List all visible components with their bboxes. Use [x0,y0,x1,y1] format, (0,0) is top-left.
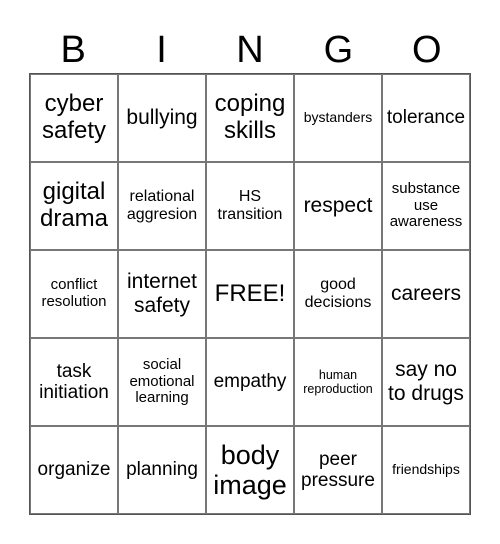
bingo-cell[interactable]: careers [382,250,470,338]
header-letter-n: N [236,29,264,71]
bingo-cell[interactable]: tolerance [382,74,470,162]
bingo-cell[interactable]: empathy [206,338,294,426]
bingo-grid: cyber safety bullying coping skills byst… [29,73,471,515]
bingo-cell[interactable]: relational aggresion [118,162,206,250]
bingo-cell[interactable]: internet safety [118,250,206,338]
bingo-cell[interactable]: body image [206,426,294,514]
bingo-cell[interactable]: bullying [118,74,206,162]
bingo-cell[interactable]: gigital drama [30,162,118,250]
bingo-cell[interactable]: respect [294,162,382,250]
bingo-cell[interactable]: good decisions [294,250,382,338]
bingo-cell[interactable]: peer pressure [294,426,382,514]
free-space[interactable]: FREE! [206,250,294,338]
header-letter-b: B [60,29,86,71]
bingo-cell[interactable]: bystanders [294,74,382,162]
bingo-cell[interactable]: social emotional learning [118,338,206,426]
bingo-cell[interactable]: coping skills [206,74,294,162]
bingo-header: B I N G O [29,28,471,72]
bingo-cell[interactable]: friendships [382,426,470,514]
header-letter-i: I [156,29,167,71]
bingo-cell[interactable]: substance use awareness [382,162,470,250]
bingo-cell[interactable]: task initiation [30,338,118,426]
header-letter-g: G [323,29,354,71]
bingo-cell[interactable]: HS transition [206,162,294,250]
bingo-cell[interactable]: human reproduction [294,338,382,426]
bingo-cell[interactable]: say no to drugs [382,338,470,426]
bingo-cell[interactable]: planning [118,426,206,514]
bingo-cell[interactable]: cyber safety [30,74,118,162]
header-letter-o: O [411,29,442,71]
bingo-cell[interactable]: organize [30,426,118,514]
bingo-cell[interactable]: conflict resolution [30,250,118,338]
